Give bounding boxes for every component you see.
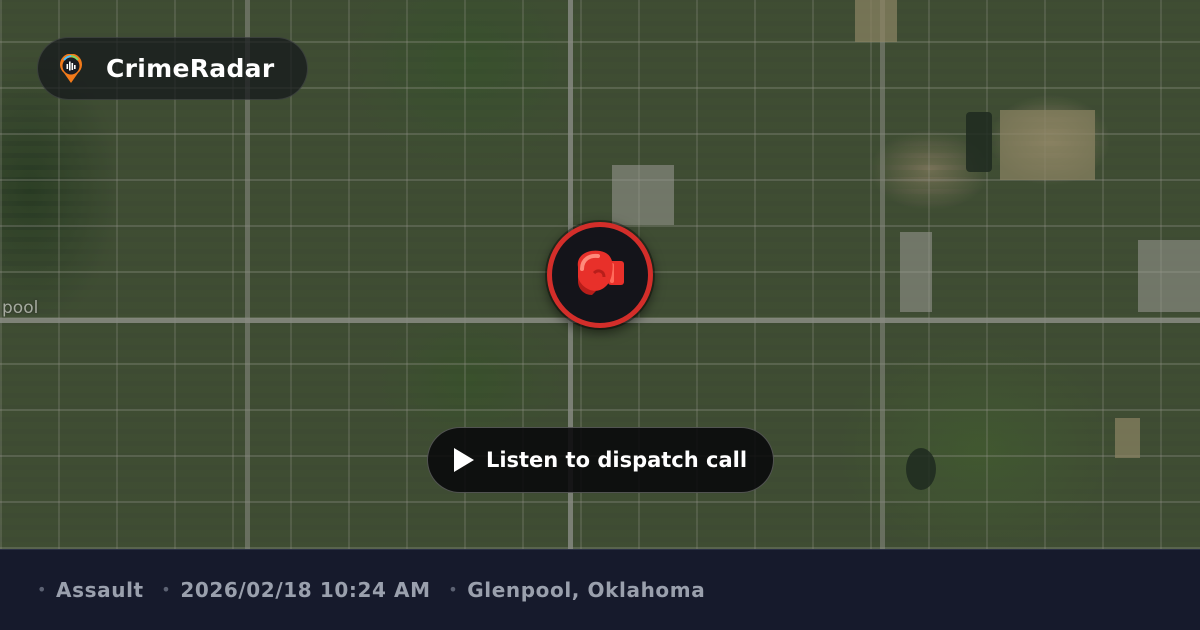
incident-location: Glenpool, Oklahoma <box>467 578 706 602</box>
map-pond <box>966 112 992 172</box>
map-cross-road <box>880 0 885 549</box>
incident-marker[interactable] <box>547 222 653 328</box>
listen-dispatch-label: Listen to dispatch call <box>485 448 748 472</box>
brand-badge[interactable]: CrimeRadar <box>37 37 308 100</box>
map-pond <box>906 448 936 490</box>
map-building-lot <box>1138 240 1200 312</box>
play-icon <box>453 448 474 472</box>
map-field <box>855 0 897 42</box>
map-building-lot <box>900 232 932 312</box>
map-building-lot <box>612 165 674 225</box>
incident-info-bar: • Assault • 2026/02/18 10:24 AM • Glenpool,… <box>0 549 1200 630</box>
listen-dispatch-button[interactable]: Listen to dispatch call <box>427 427 774 493</box>
incident-meta: • Assault • 2026/02/18 10:24 AM • Glenpool,… <box>37 578 705 602</box>
separator-dot: • <box>37 580 48 599</box>
separator-dot: • <box>448 580 459 599</box>
radar-pin-logo-icon <box>58 53 84 84</box>
map-field <box>1115 418 1140 458</box>
brand-name: CrimeRadar <box>106 54 275 83</box>
incident-type: Assault <box>56 578 144 602</box>
map-place-label: pool <box>2 298 39 318</box>
separator-dot: • <box>161 580 172 599</box>
boxing-glove-icon <box>570 247 630 303</box>
incident-datetime: 2026/02/18 10:24 AM <box>180 578 431 602</box>
map-field <box>1000 110 1095 180</box>
